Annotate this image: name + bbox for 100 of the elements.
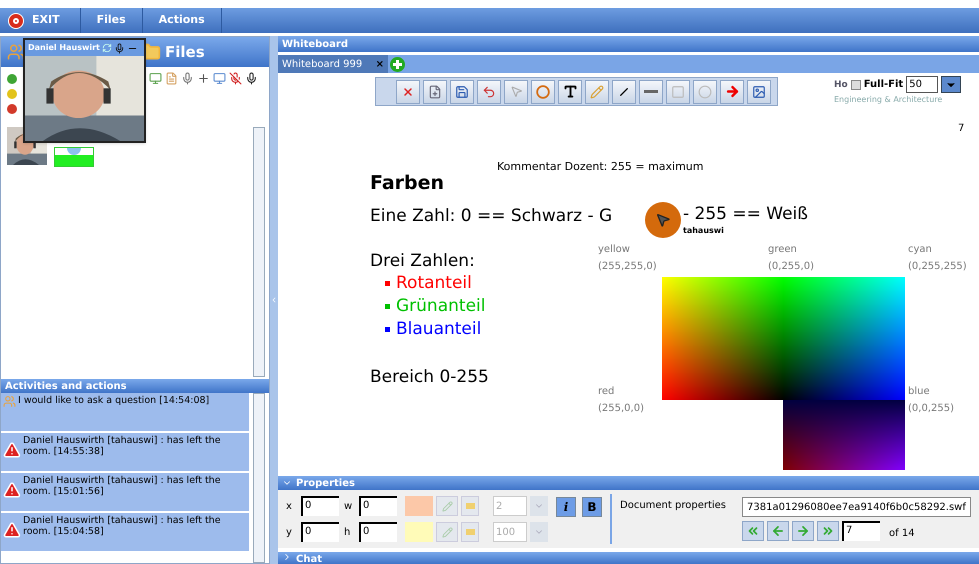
delete-button[interactable]	[396, 80, 420, 104]
line-button[interactable]	[612, 80, 636, 104]
monitor-icon[interactable]	[213, 72, 226, 85]
exit-button[interactable]: EXIT	[0, 8, 81, 33]
monitor-icon[interactable]	[149, 72, 162, 85]
underline-button[interactable]	[639, 80, 663, 104]
save-icon	[455, 84, 469, 98]
save-button[interactable]	[450, 80, 474, 104]
italic-button[interactable]: i	[556, 497, 576, 517]
new-file-icon	[428, 84, 442, 98]
activity-text: Daniel Hauswirth [tahauswi] : has left the room. [15:01:56]	[23, 475, 222, 497]
pencil-button[interactable]	[436, 496, 458, 516]
input-field[interactable]: 0	[359, 496, 397, 516]
full-fit-checkbox[interactable]	[850, 80, 861, 90]
muted-microphone-icon[interactable]	[229, 72, 242, 85]
bullet-text: Blauanteil	[396, 318, 482, 341]
input-field[interactable]: 0	[359, 522, 397, 542]
zoom-dropdown-button[interactable]	[941, 76, 962, 93]
page-count: of 14	[889, 526, 915, 540]
color-swatch[interactable]	[405, 522, 433, 542]
whiteboard-header: Whiteboard	[278, 36, 979, 52]
menu-item[interactable]: Files	[80, 8, 143, 33]
activity-text: Daniel Hauswirth [tahauswi] : has left the room. [15:04:58]	[23, 515, 222, 537]
corner-value: (255,255,0)	[598, 260, 657, 274]
first-page-button[interactable]	[742, 521, 764, 541]
whiteboard-tab[interactable]: Whiteboard 999 ×	[278, 55, 388, 73]
corner-value: (0,0,255)	[908, 402, 954, 416]
folder-icon	[466, 503, 474, 509]
microphone-icon[interactable]	[114, 42, 125, 54]
scrollbar[interactable]	[253, 393, 265, 563]
clipart-button[interactable]	[747, 80, 771, 104]
page-number: 7	[958, 122, 964, 136]
slide-text: Eine Zahl: 0 == Schwarz - G	[370, 205, 612, 228]
last-page-button[interactable]	[817, 521, 840, 541]
color-swatch[interactable]	[405, 496, 433, 516]
input-field[interactable]: 0	[301, 496, 339, 516]
text-icon	[562, 84, 578, 99]
slide-subtitle: Drei Zahlen:	[370, 250, 475, 273]
corner-value: (0,255,0)	[768, 260, 814, 274]
power-icon	[8, 12, 24, 28]
scrollbar[interactable]	[253, 127, 265, 377]
rectangle-button[interactable]	[666, 80, 690, 104]
ring-icon	[536, 84, 550, 98]
text-button[interactable]	[558, 80, 582, 104]
users-icon	[7, 43, 25, 61]
bullet-text: Grünanteil	[396, 294, 486, 318]
warning-icon	[3, 521, 21, 539]
arrow-right-icon	[796, 524, 810, 538]
bullet-text: Rotanteil	[396, 272, 472, 295]
folder-icon	[466, 529, 474, 535]
pencil-button[interactable]	[436, 522, 458, 542]
warning-icon	[3, 441, 21, 459]
microphone-icon[interactable]	[245, 72, 258, 85]
field-label: h	[344, 526, 352, 540]
pencil-icon	[442, 500, 452, 512]
chat-title: Chat	[296, 553, 322, 564]
user-tile[interactable]	[54, 147, 94, 167]
slide-title: Farben	[370, 171, 444, 196]
undo-icon	[482, 84, 496, 98]
pointer-icon	[510, 85, 522, 98]
logo-text: Ho	[834, 78, 848, 92]
close-tab-button[interactable]: ×	[376, 56, 384, 72]
corner-label: red	[598, 385, 616, 399]
pointer-icon	[655, 212, 671, 228]
first-page-icon	[746, 524, 760, 538]
users-icon	[3, 395, 16, 408]
ellipse-button[interactable]	[693, 80, 717, 104]
webcam-title: Daniel Hauswirt	[28, 42, 100, 54]
menu-item[interactable]: Actions	[142, 8, 222, 33]
speech-bubble-icon	[67, 148, 81, 155]
activity-text: Daniel Hauswirth [tahauswi] : has left the room. [14:55:38]	[23, 435, 222, 457]
pencil-icon	[590, 84, 604, 98]
next-page-button[interactable]	[792, 521, 814, 541]
page-field[interactable]: 7	[842, 521, 880, 541]
arrow-button[interactable]	[720, 80, 744, 104]
activities-header: Activities and actions	[1, 379, 269, 393]
circle-icon	[698, 84, 712, 98]
warning-icon	[3, 481, 21, 499]
undo-button[interactable]	[477, 80, 501, 104]
slide-text: - 255 == Weiß	[683, 204, 808, 224]
plus-icon[interactable]	[197, 72, 210, 85]
image-icon	[752, 84, 766, 98]
corner-value: (255,0,0)	[598, 402, 644, 416]
pointer-button[interactable]	[504, 80, 528, 104]
corner-label: green	[768, 243, 798, 257]
chevron-left-icon	[270, 296, 278, 304]
bold-button[interactable]: B	[582, 497, 602, 517]
previous-page-button[interactable]	[767, 521, 790, 541]
document-icon[interactable]	[165, 72, 178, 85]
zoom-field[interactable]: 50	[906, 76, 938, 93]
new-page-button[interactable]	[423, 80, 447, 104]
corner-label: blue	[908, 385, 931, 399]
chat-header[interactable]: Chat	[278, 552, 979, 564]
panel-title: Files	[165, 42, 205, 63]
properties-header[interactable]: Properties	[278, 476, 979, 490]
properties-title: Properties	[296, 476, 355, 490]
cursor-user-label: tahauswi	[683, 226, 724, 236]
add-tab-icon[interactable]	[390, 56, 405, 72]
file-name-field[interactable]: 7381a01296080ee7ea9140f6b0c58292.swf	[742, 497, 971, 517]
input-field[interactable]: 0	[301, 522, 339, 542]
